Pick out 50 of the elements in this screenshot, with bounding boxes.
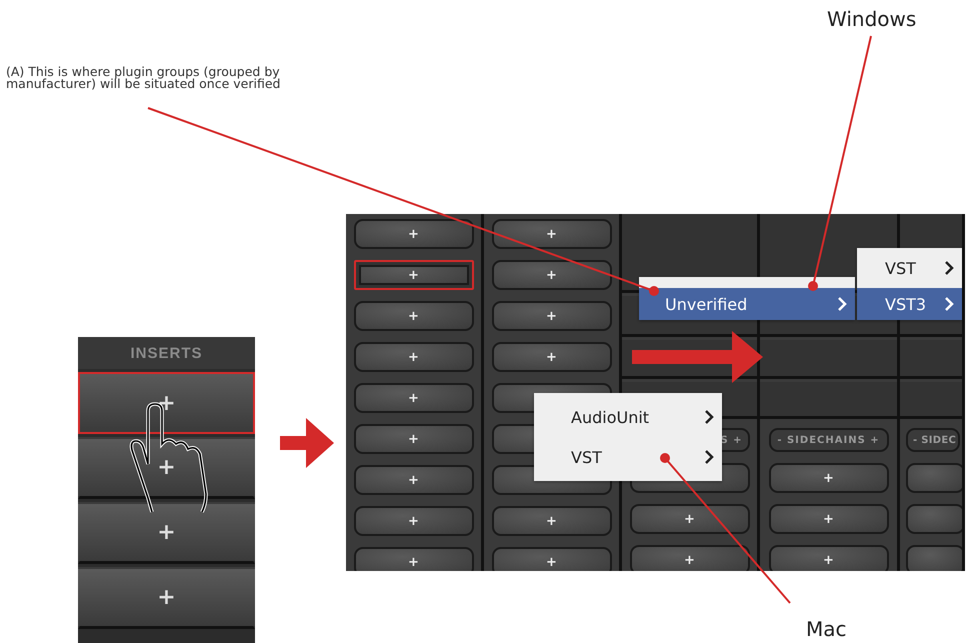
insert-slot-button[interactable]: + xyxy=(630,504,750,534)
chevron-icon xyxy=(837,296,847,312)
insert-slot-button[interactable] xyxy=(906,545,962,571)
menu-item-label: VST xyxy=(571,448,602,466)
insert-slot-button[interactable]: + xyxy=(354,342,474,372)
menu-item[interactable]: VST3 xyxy=(857,288,962,320)
insert-slot-button[interactable]: + xyxy=(78,567,255,629)
insert-slot-button[interactable]: + xyxy=(354,465,474,495)
insert-slot-button[interactable]: + xyxy=(354,219,474,249)
menu-item-label: Unverified xyxy=(665,294,748,314)
insert-slot-button[interactable]: + xyxy=(492,342,612,372)
insert-slot-button[interactable]: + xyxy=(354,424,474,454)
insert-slot-button[interactable]: + xyxy=(78,372,255,434)
insert-slot-button[interactable]: + xyxy=(354,383,474,413)
insert-slot-button[interactable] xyxy=(906,463,962,493)
insert-slot-button[interactable]: + xyxy=(354,260,474,290)
chevron-icon xyxy=(704,409,714,425)
windows-label: Windows xyxy=(827,7,916,31)
insert-slot-button[interactable]: + xyxy=(768,463,888,493)
insert-slot-button[interactable]: + xyxy=(354,547,474,571)
insert-slot-button[interactable] xyxy=(906,504,962,534)
menu-item-label: VST xyxy=(885,258,916,278)
insert-slot-button[interactable]: + xyxy=(492,506,612,536)
arrow-icon xyxy=(632,331,763,383)
insert-slot-button[interactable]: + xyxy=(492,260,612,290)
sidechains-button[interactable]: - SIDECHAINS + xyxy=(768,428,888,452)
menu-item[interactable]: VST xyxy=(857,248,962,288)
menu-item-label: AudioUnit xyxy=(571,408,650,426)
arrow-icon xyxy=(280,418,334,468)
insert-slot-button[interactable]: + xyxy=(354,301,474,331)
insert-slot-button[interactable]: + xyxy=(492,547,612,571)
sidechains-button[interactable]: - SIDEC xyxy=(906,428,960,452)
menu-item[interactable]: VST xyxy=(534,437,722,477)
annotation-caption: (A) This is where plugin groups (grouped by manufacturer) will be situated once verified xyxy=(6,66,282,90)
mac-label: Mac xyxy=(806,617,847,641)
chevron-icon xyxy=(944,296,954,312)
insert-slot-button[interactable]: + xyxy=(354,506,474,536)
insert-slot-button[interactable]: + xyxy=(492,301,612,331)
insert-slot-button[interactable]: + xyxy=(492,219,612,249)
chevron-icon xyxy=(704,449,714,465)
insert-slot-button[interactable]: + xyxy=(78,502,255,564)
inserts-header: INSERTS xyxy=(78,337,255,369)
insert-slot-button[interactable]: + xyxy=(768,545,888,571)
insert-slot-button[interactable]: + xyxy=(78,437,255,499)
chevron-icon xyxy=(944,260,954,276)
menu-item-label: VST3 xyxy=(885,294,926,314)
insert-slot-button[interactable]: + xyxy=(768,504,888,534)
menu-item[interactable]: AudioUnit xyxy=(534,397,722,437)
insert-slot-button[interactable]: + xyxy=(630,545,750,571)
menu-item[interactable]: Unverified xyxy=(639,288,855,320)
